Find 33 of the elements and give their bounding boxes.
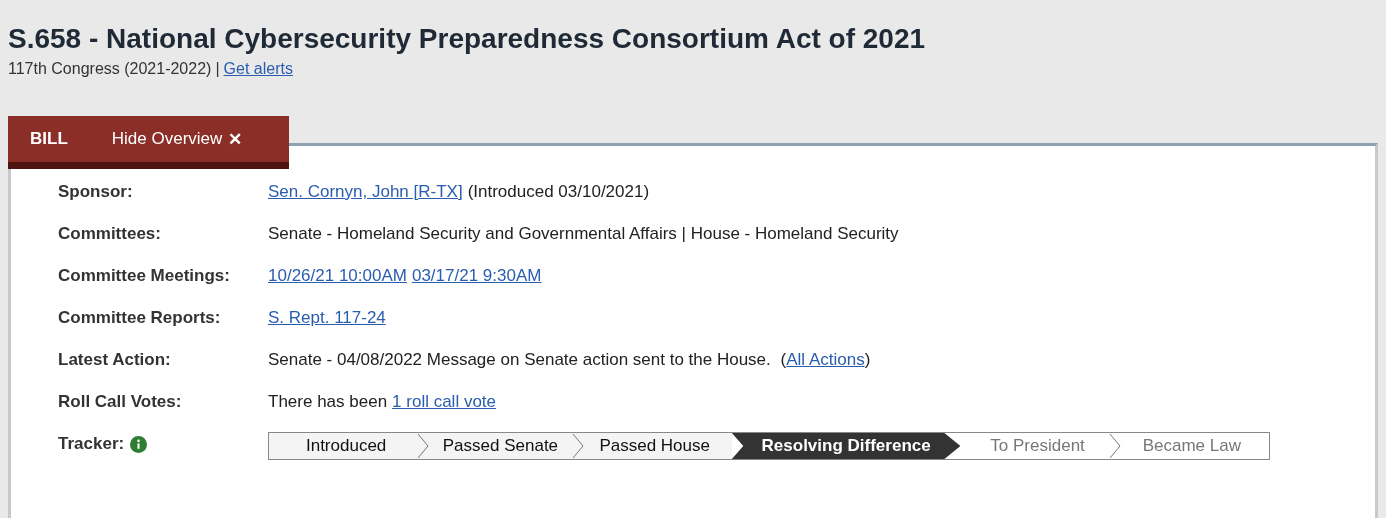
bill-tab[interactable]: BILL — [8, 116, 90, 162]
field-link[interactable]: S. Rept. 117-24 — [268, 308, 386, 328]
field-link[interactable]: 1 roll call vote — [392, 392, 497, 412]
tracker-step: Passed Senate — [423, 433, 578, 459]
field-value: ( — [780, 350, 787, 370]
chevron-icon — [1108, 433, 1121, 459]
tracker-step: Passed House — [577, 433, 732, 459]
field-value: There has been — [268, 392, 388, 412]
field-value: ) — [864, 350, 871, 370]
field-label: Sponsor: — [58, 182, 134, 202]
chevron-icon — [571, 433, 584, 459]
field-link[interactable]: Sen. Cornyn, John [R-TX] — [268, 182, 463, 202]
field-label: Latest Action: — [58, 350, 172, 370]
tracker-step: Resolving Difference — [731, 433, 961, 459]
field-label: Committee Meetings: — [58, 266, 231, 286]
field-label: Roll Call Votes: — [58, 392, 183, 412]
field-link[interactable]: All Actions — [786, 350, 865, 370]
chevron-icon — [417, 433, 430, 459]
field-label: Committee Reports: — [58, 308, 222, 328]
get-alerts-link[interactable]: Get alerts — [223, 60, 293, 78]
separator: | — [215, 60, 220, 78]
hide-overview-button[interactable]: Hide Overview ✕ — [89, 116, 265, 162]
field-label: Tracker: — [58, 434, 125, 454]
tracker-step: Introduced — [269, 433, 424, 459]
page-title: S.658 - National Cybersecurity Preparedness Consortium Act of 2021 — [8, 22, 927, 56]
field-link[interactable]: 03/17/21 9:30AM — [411, 266, 542, 286]
congress-label: 117th Congress (2021-2022) — [8, 60, 212, 78]
field-link[interactable]: 10/26/21 10:00AM — [268, 266, 407, 286]
field-value: Senate - 04/08/2022 Message on Senate action sent to the House. — [268, 350, 772, 370]
field-value: Senate - Homeland Security and Governmental Affairs | House - Homeland Security — [268, 224, 899, 244]
info-icon[interactable] — [130, 435, 148, 453]
field-value: (Introduced 03/10/2021) — [467, 182, 650, 202]
field-label: Committees: — [58, 224, 162, 244]
